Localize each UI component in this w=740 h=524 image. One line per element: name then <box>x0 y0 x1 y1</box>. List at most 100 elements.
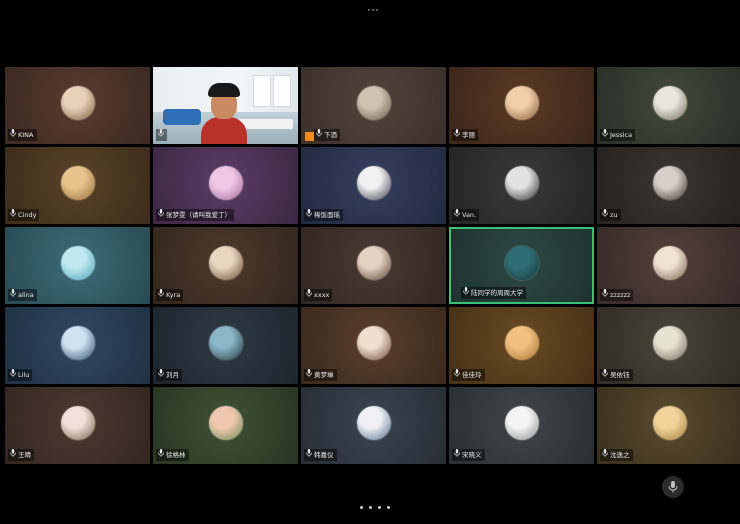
microphone-icon <box>602 289 608 301</box>
microphone-icon <box>10 289 16 301</box>
participant-name-label: zzzzzz <box>600 289 634 301</box>
microphone-icon <box>602 129 608 141</box>
participant-tile[interactable]: 李丽 <box>449 67 594 144</box>
participant-tile[interactable]: 宋晓义 <box>449 387 594 464</box>
avatar <box>60 245 95 280</box>
participant-tile[interactable]: 张梦雯（请叫我爱丁） <box>153 147 298 224</box>
avatar <box>504 405 539 440</box>
avatar <box>504 245 539 280</box>
participant-name: alina <box>18 291 34 299</box>
participant-name-label: 宋晓义 <box>452 449 485 461</box>
avatar <box>208 245 243 280</box>
participant-name-label: alina <box>8 289 37 301</box>
participant-name: Lilu <box>18 371 30 379</box>
participant-name-label: xxxx <box>304 289 333 301</box>
participant-tile[interactable]: xxxx <box>301 227 446 304</box>
avatar <box>60 85 95 120</box>
participant-tile[interactable]: 佳佳玲 <box>449 307 594 384</box>
participant-tile[interactable]: Jessica <box>597 67 740 144</box>
participant-tile[interactable]: 下酒 <box>301 67 446 144</box>
microphone-icon <box>316 129 322 141</box>
microphone-icon <box>158 289 164 301</box>
participant-tile[interactable] <box>153 67 298 144</box>
participant-name: 宋晓义 <box>462 451 482 459</box>
page-indicator[interactable] <box>355 506 395 512</box>
participant-tile[interactable]: 沈逸之 <box>597 387 740 464</box>
participant-name: zzzzzz <box>610 291 631 299</box>
camera-video <box>153 67 298 144</box>
participant-name: 张梦雯（请叫我爱丁） <box>166 211 231 219</box>
microphone-icon <box>158 449 164 461</box>
participant-name: 韩嘉仪 <box>314 451 334 459</box>
participant-name: 陆同学的周周大学 <box>471 289 523 297</box>
participant-name: Kyra <box>166 291 181 299</box>
microphone-icon <box>10 129 16 141</box>
avatar <box>652 245 687 280</box>
participant-name-label: Kyra <box>156 289 184 301</box>
participant-name-label: 黄梦琳 <box>304 369 337 381</box>
avatar <box>60 325 95 360</box>
microphone-icon <box>306 209 312 221</box>
participant-tile[interactable]: KINA <box>5 67 150 144</box>
participant-tile[interactable]: 稀饭面瑶 <box>301 147 446 224</box>
participant-tile[interactable]: 刘月 <box>153 307 298 384</box>
participant-name-label: 刘月 <box>156 369 182 381</box>
microphone-icon <box>454 129 460 141</box>
microphone-icon <box>454 369 460 381</box>
window-drag-handle[interactable] <box>366 9 380 13</box>
participant-tile[interactable]: 王晴 <box>5 387 150 464</box>
participant-name: 王晴 <box>18 451 31 459</box>
participant-name: 稀饭面瑶 <box>314 211 340 219</box>
avatar <box>504 325 539 360</box>
avatar <box>356 405 391 440</box>
participant-tile[interactable]: 徐格林 <box>153 387 298 464</box>
participant-name-label: 下酒 <box>314 129 340 141</box>
participant-tile[interactable]: 吴依钰 <box>597 307 740 384</box>
participant-name: Jessica <box>610 131 633 139</box>
participant-tile[interactable]: Cindy <box>5 147 150 224</box>
avatar <box>208 325 243 360</box>
participant-name: 李丽 <box>462 131 475 139</box>
microphone-icon <box>306 369 312 381</box>
participant-tile[interactable]: 韩嘉仪 <box>301 387 446 464</box>
participant-tile[interactable]: zzzzzz <box>597 227 740 304</box>
participant-name-label: 韩嘉仪 <box>304 449 337 461</box>
participant-name-label: 王晴 <box>8 449 34 461</box>
participant-name: xxxx <box>314 291 330 299</box>
page-dot[interactable] <box>369 506 372 509</box>
microphone-icon <box>602 209 608 221</box>
participant-name-label: 张梦雯（请叫我爱丁） <box>156 209 234 221</box>
page-dot[interactable] <box>360 506 363 509</box>
avatar <box>652 325 687 360</box>
microphone-button[interactable] <box>662 476 684 498</box>
avatar <box>356 325 391 360</box>
microphone-icon <box>602 369 608 381</box>
participant-name-label: 陆同学的周周大学 <box>461 287 526 299</box>
avatar <box>652 85 687 120</box>
microphone-icon <box>158 369 164 381</box>
participant-name: Van. <box>462 211 477 219</box>
participant-tile[interactable]: Van. <box>449 147 594 224</box>
host-badge <box>305 132 314 141</box>
avatar <box>356 165 391 200</box>
participant-name: 沈逸之 <box>610 451 630 459</box>
avatar <box>60 405 95 440</box>
participant-tile[interactable]: Lilu <box>5 307 150 384</box>
microphone-icon <box>306 449 312 461</box>
participant-name: KINA <box>18 131 34 139</box>
participant-tile[interactable]: Kyra <box>153 227 298 304</box>
participant-name-label: Van. <box>452 209 480 221</box>
microphone-icon <box>602 449 608 461</box>
participant-name: Cindy <box>18 211 37 219</box>
participant-tile[interactable]: alina <box>5 227 150 304</box>
page-dot[interactable] <box>387 506 390 509</box>
participant-tile[interactable]: 陆同学的周周大学 <box>449 227 594 304</box>
participant-name-label: Cindy <box>8 209 40 221</box>
participant-tile[interactable]: zu <box>597 147 740 224</box>
participant-name: 吴依钰 <box>610 371 630 379</box>
microphone-icon <box>10 369 16 381</box>
participant-name-label: 沈逸之 <box>600 449 633 461</box>
page-dot[interactable] <box>378 506 381 509</box>
participant-name: 黄梦琳 <box>314 371 334 379</box>
participant-tile[interactable]: 黄梦琳 <box>301 307 446 384</box>
